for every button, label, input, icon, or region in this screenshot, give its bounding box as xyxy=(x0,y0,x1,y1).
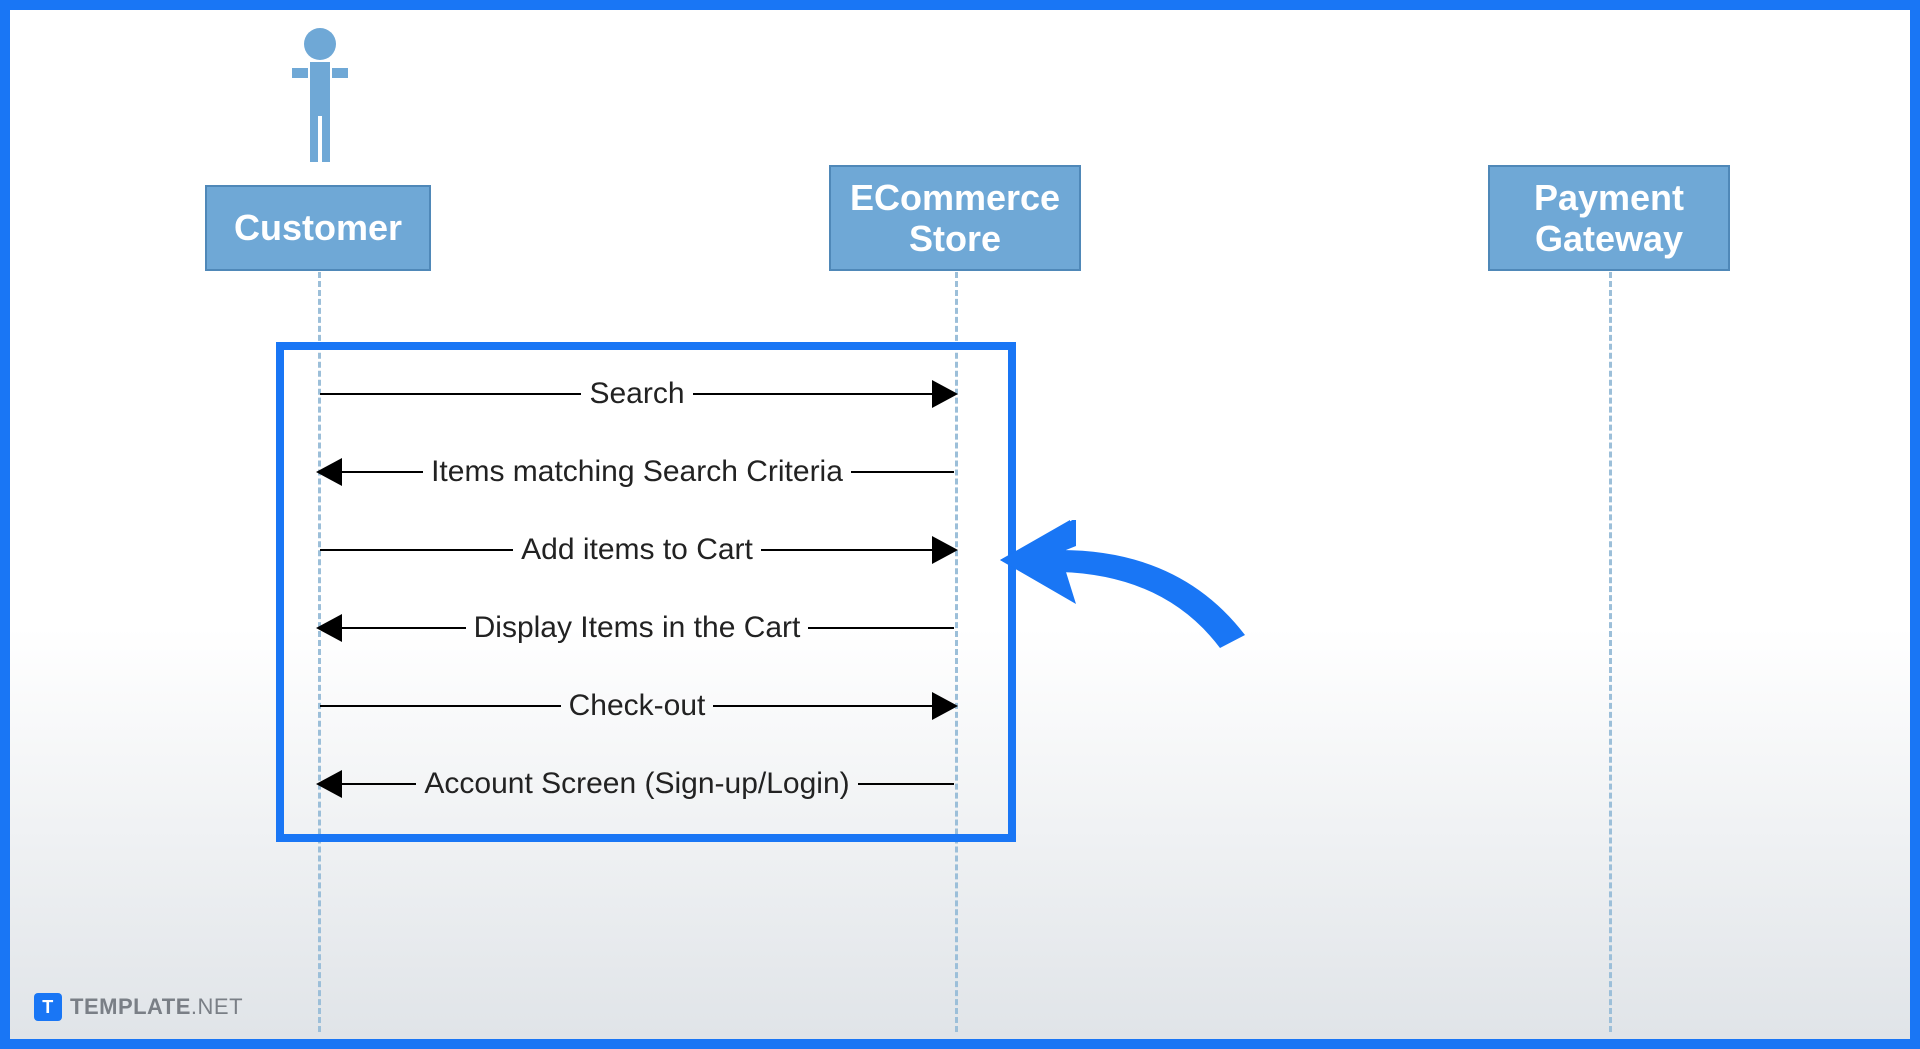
message-line xyxy=(808,627,954,629)
arrowhead-left-icon xyxy=(316,770,342,798)
message-label: Display Items in the Cart xyxy=(466,611,809,645)
lifeline-gateway xyxy=(1609,272,1612,1032)
message-label: Search xyxy=(581,377,692,411)
arrowhead-left-icon xyxy=(316,458,342,486)
message-line xyxy=(761,549,954,551)
message-right: Check-out xyxy=(320,692,954,720)
watermark-logo-letter: T xyxy=(42,997,54,1018)
arrowhead-right-icon xyxy=(932,380,958,408)
message-right: Search xyxy=(320,380,954,408)
participant-customer: Customer xyxy=(205,185,431,271)
message-line xyxy=(320,393,581,395)
participant-gateway: Payment Gateway xyxy=(1488,165,1730,271)
arrowhead-right-icon xyxy=(932,692,958,720)
arrowhead-right-icon xyxy=(932,536,958,564)
message-line xyxy=(320,549,513,551)
message-right: Add items to Cart xyxy=(320,536,954,564)
watermark: T TEMPLATE.NET xyxy=(34,993,243,1021)
participant-gateway-label-1: Payment xyxy=(1534,177,1684,218)
participant-store: ECommerce Store xyxy=(829,165,1081,271)
message-left: Account Screen (Sign-up/Login) xyxy=(320,770,954,798)
watermark-brand: TEMPLATE xyxy=(70,994,191,1019)
message-left: Display Items in the Cart xyxy=(320,614,954,642)
sequence-diagram: Customer ECommerce Store Payment Gateway… xyxy=(10,10,1910,1039)
diagram-frame: Customer ECommerce Store Payment Gateway… xyxy=(0,0,1920,1049)
message-label: Account Screen (Sign-up/Login) xyxy=(416,767,857,801)
message-label: Add items to Cart xyxy=(513,533,761,567)
message-line xyxy=(713,705,954,707)
watermark-ext: .NET xyxy=(191,994,243,1019)
actor-icon xyxy=(290,28,350,168)
arrowhead-left-icon xyxy=(316,614,342,642)
message-line xyxy=(851,471,954,473)
participant-customer-label: Customer xyxy=(234,207,402,248)
message-left: Items matching Search Criteria xyxy=(320,458,954,486)
message-label: Check-out xyxy=(561,689,714,723)
callout-arrow-icon xyxy=(1000,520,1260,660)
watermark-text: TEMPLATE.NET xyxy=(70,994,243,1020)
message-label: Items matching Search Criteria xyxy=(423,455,851,489)
participant-gateway-label-2: Gateway xyxy=(1534,218,1684,259)
participant-store-label-2: Store xyxy=(850,218,1060,259)
watermark-logo-icon: T xyxy=(34,993,62,1021)
participant-store-label-1: ECommerce xyxy=(850,177,1060,218)
message-line xyxy=(320,705,561,707)
message-line xyxy=(693,393,954,395)
message-line xyxy=(858,783,954,785)
